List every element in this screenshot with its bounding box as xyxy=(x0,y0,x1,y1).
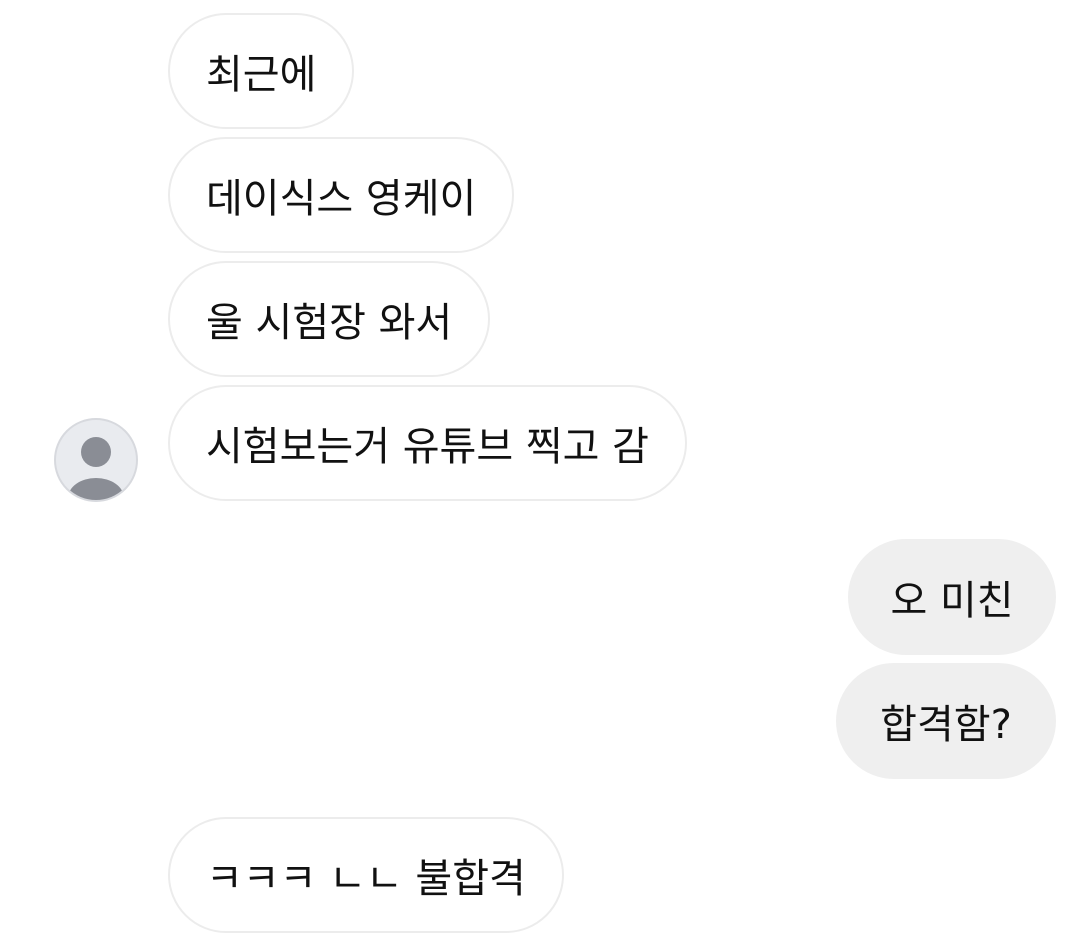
message-text: 데이식스 영케이 xyxy=(206,176,477,222)
message-text: 오 미친 xyxy=(890,578,1014,624)
sender-avatar[interactable] xyxy=(54,418,138,502)
message-bubble-incoming[interactable]: 울 시험장 와서 xyxy=(168,261,491,377)
message-bubble-outgoing[interactable]: 오 미친 xyxy=(848,539,1056,655)
message-text: 최근에 xyxy=(206,52,317,98)
default-user-avatar-icon xyxy=(68,437,124,500)
message-bubble-outgoing[interactable]: 합격함? xyxy=(836,663,1056,779)
message-text: ㅋㅋㅋ ㄴㄴ 불합격 xyxy=(206,856,526,902)
message-bubble-incoming[interactable]: 최근에 xyxy=(168,13,355,129)
message-text: 합격함? xyxy=(880,702,1012,748)
message-text: 시험보는거 유튜브 찍고 감 xyxy=(206,424,649,470)
message-bubble-incoming[interactable]: ㅋㅋㅋ ㄴㄴ 불합격 xyxy=(168,817,564,933)
chat-thread: 최근에 데이식스 영케이 울 시험장 와서 시험보는거 유튜브 찍고 감 오 미… xyxy=(0,0,1078,934)
message-bubble-incoming[interactable]: 데이식스 영케이 xyxy=(168,137,515,253)
message-bubble-incoming[interactable]: 시험보는거 유튜브 찍고 감 xyxy=(168,385,687,501)
message-text: 울 시험장 와서 xyxy=(206,300,453,346)
